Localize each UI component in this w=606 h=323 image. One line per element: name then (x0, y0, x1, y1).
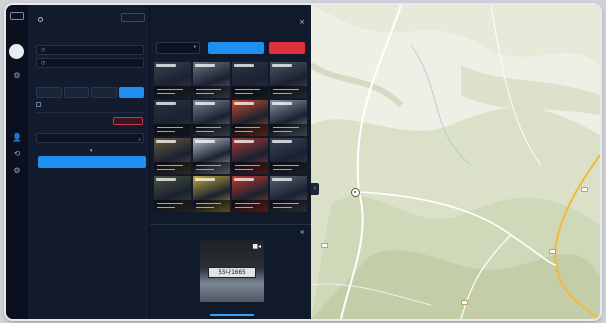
results-tabs (156, 32, 166, 37)
road-number-badge (549, 249, 556, 254)
segment-2[interactable] (63, 87, 89, 98)
segment-4[interactable] (118, 87, 144, 98)
thumbnail-caption (192, 200, 230, 212)
result-thumbnail[interactable] (270, 176, 307, 212)
thumbnail-caption (270, 162, 307, 174)
thumbnail-caption (231, 162, 269, 174)
date-start-input[interactable]: ◷ (36, 45, 144, 55)
thumbnail-tag (156, 64, 176, 67)
road-number-badge (321, 243, 328, 248)
calendar-icon: ◷ (41, 60, 46, 66)
thumbnail-caption (154, 86, 191, 98)
icon-rail: ⚙ 👤 ⟲ ⚙ (6, 5, 28, 319)
avatar[interactable] (9, 44, 24, 59)
map-canvas (311, 5, 600, 319)
thumbnail-caption (192, 124, 230, 136)
road-number-badge (461, 300, 468, 305)
result-thumbnail[interactable] (192, 138, 230, 174)
thumbnail-tag (156, 140, 176, 143)
scroll-indicator[interactable] (210, 314, 254, 316)
primary-action-button[interactable] (208, 42, 264, 54)
thumbnail-caption (154, 124, 191, 136)
date-end-input[interactable]: ◷ (36, 58, 144, 68)
result-thumbnail[interactable] (154, 176, 191, 212)
result-thumbnail[interactable] (192, 176, 230, 212)
thumbnail-tag (156, 102, 176, 105)
map-pin-icon[interactable] (351, 188, 360, 197)
object-type-segments (36, 87, 144, 98)
thumbnail-caption (231, 86, 269, 98)
calendar-icon: ◷ (41, 47, 46, 53)
thumbnail-tag (272, 102, 293, 105)
thumbnail-tag (272, 178, 293, 181)
segment-1[interactable] (36, 87, 62, 98)
camera-search-input[interactable] (36, 133, 144, 143)
thumbnail-tag (194, 64, 215, 67)
chevron-down-icon[interactable]: ▾ (90, 148, 93, 154)
thumbnail-tag (156, 178, 176, 181)
delete-button[interactable] (269, 42, 305, 54)
result-thumbnail[interactable] (154, 138, 191, 174)
result-thumbnail[interactable] (192, 62, 230, 98)
result-thumbnail[interactable] (270, 62, 307, 98)
reset-button[interactable] (121, 13, 145, 22)
divider (36, 112, 144, 113)
thumbnail-tag (233, 64, 254, 67)
thumbnail-tag (194, 140, 215, 143)
license-plate: 55나1665 (208, 267, 256, 278)
result-thumbnail[interactable] (231, 62, 269, 98)
thumbnail-caption (270, 200, 307, 212)
thumbnail-tag (233, 102, 254, 105)
result-thumbnail[interactable] (231, 100, 269, 136)
camera-tag[interactable] (113, 117, 143, 125)
close-icon[interactable]: × (300, 228, 305, 236)
map-view[interactable] (311, 5, 600, 319)
result-thumbnail[interactable] (270, 138, 307, 174)
logo-icon (10, 12, 24, 20)
thumbnail-tag (194, 102, 215, 105)
search-filter-panel: ◷ ◷ ⌕ ▾ (28, 5, 150, 319)
result-thumbnail[interactable] (154, 62, 191, 98)
app-window: ⚙ 👤 ⟲ ⚙ ◷ ◷ ⌕ ▾ × ▾ × ■◂ 55나1665 ‹ (6, 5, 600, 319)
thumbnail-caption (154, 200, 191, 212)
thumbnail-grid (154, 62, 307, 212)
share-icon[interactable]: ⟲ (12, 149, 22, 159)
option-checkbox[interactable] (36, 102, 43, 108)
result-thumbnail[interactable] (154, 100, 191, 136)
result-thumbnail[interactable] (270, 100, 307, 136)
thumbnail-tag (233, 178, 254, 181)
search-results-panel: × ▾ × ■◂ 55나1665 (150, 5, 311, 319)
checkbox-icon (36, 102, 41, 107)
thumbnail-caption (192, 86, 230, 98)
road-number-badge (581, 187, 588, 192)
filter-title (36, 15, 43, 23)
gear-icon[interactable]: ⚙ (12, 166, 22, 176)
thumbnail-tag (272, 140, 293, 143)
close-icon[interactable]: × (299, 18, 305, 26)
thumbnail-caption (231, 124, 269, 136)
video-camera-icon[interactable]: ■◂ (252, 243, 261, 250)
chevron-down-icon: ▾ (193, 45, 196, 50)
thumbnail-tag (194, 178, 215, 181)
search-icon[interactable]: ⌕ (138, 137, 141, 143)
thumbnail-caption (192, 162, 230, 174)
divider (150, 224, 311, 225)
info-icon[interactable] (38, 16, 43, 22)
settings-icon[interactable]: ⚙ (12, 71, 22, 81)
segment-3[interactable] (91, 87, 117, 98)
collapse-panel-handle[interactable]: ‹ (311, 183, 319, 195)
sort-select[interactable]: ▾ (156, 42, 200, 54)
result-thumbnail[interactable] (231, 176, 269, 212)
result-thumbnail[interactable] (231, 138, 269, 174)
search-button[interactable] (38, 156, 146, 168)
thumbnail-caption (270, 124, 307, 136)
result-thumbnail[interactable] (192, 100, 230, 136)
thumbnail-caption (270, 86, 307, 98)
thumbnail-caption (154, 162, 191, 174)
thumbnail-tag (272, 64, 293, 67)
user-icon[interactable]: 👤 (12, 133, 22, 143)
thumbnail-caption (231, 200, 269, 212)
thumbnail-tag (233, 140, 254, 143)
detail-image[interactable]: ■◂ 55나1665 (200, 240, 264, 302)
